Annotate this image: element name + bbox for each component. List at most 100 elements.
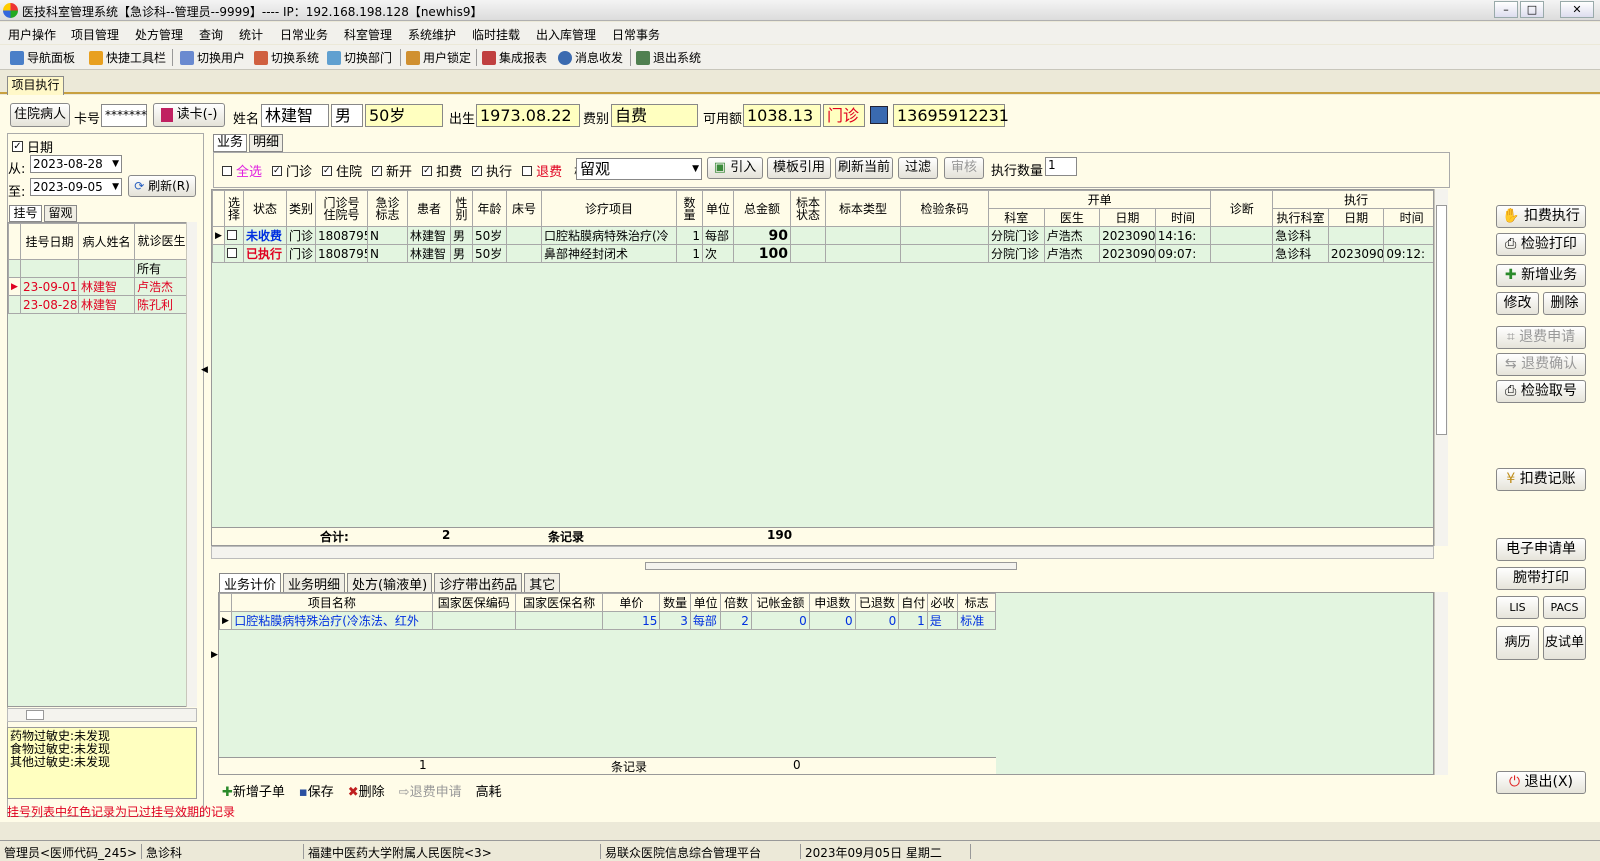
menu-prescription[interactable]: 处方管理 (135, 26, 183, 43)
charge-account-button[interactable]: ¥ 扣费记账 (1496, 468, 1586, 491)
add-sub-order-button[interactable]: ✚新增子单 (222, 781, 285, 800)
tab-observe[interactable]: 留观 (44, 205, 77, 222)
minimize-button[interactable]: – (1494, 1, 1518, 18)
wristband-print-button[interactable]: 腕带打印 (1496, 567, 1586, 590)
collapse-bottom-icon[interactable]: ▶ (211, 650, 218, 660)
table-row[interactable]: 已执行 门诊 1808795 N 林建智男 50岁 鼻部神经封闭术 1 次 100 分院门诊 卢浩杰 2… (212, 244, 1433, 263)
doctor-filter[interactable]: 所有 (134, 259, 189, 278)
pricing-grid: 项目名称 国家医保编码 国家医保名称 单价 数量 单位 倍数 记帐金额 申退数 … (218, 592, 1434, 775)
tab-register[interactable]: 挂号 (9, 205, 42, 222)
scroll-thumb[interactable] (26, 710, 44, 720)
add-business-button[interactable]: ✚ 新增业务 (1496, 264, 1586, 287)
menu-dept[interactable]: 科室管理 (344, 26, 392, 43)
menu-user[interactable]: 用户操作 (8, 26, 56, 43)
menu-system[interactable]: 系统维护 (408, 26, 456, 43)
checkbox-icon[interactable]: ✓ (422, 165, 433, 176)
lis-button[interactable]: LIS (1496, 596, 1539, 619)
collapse-left-icon[interactable]: ◀ (201, 365, 209, 383)
menu-query[interactable]: 查询 (199, 26, 223, 43)
report-button[interactable]: 集成报表 (482, 49, 547, 66)
pricing-vscrollbar[interactable] (1434, 592, 1448, 775)
add-icon: ✚ (222, 785, 233, 800)
user-lock-button[interactable]: 用户锁定 (406, 49, 471, 66)
menu-stats[interactable]: 统计 (239, 26, 263, 43)
tab-pricing[interactable]: 业务计价 (219, 573, 282, 594)
checkbox-icon[interactable] (222, 165, 232, 176)
left-hscrollbar[interactable] (7, 708, 197, 722)
grid-vscrollbar[interactable] (1434, 189, 1448, 546)
avail-label: 可用额 (703, 112, 743, 127)
checkbox-icon[interactable]: ✓ (472, 165, 483, 176)
message-button[interactable]: 消息收发 (558, 49, 623, 66)
switch-dept-button[interactable]: 切换部门 (327, 49, 392, 66)
tab-detail[interactable]: 明细 (249, 134, 283, 152)
checkbox-icon[interactable]: ✓ (322, 165, 333, 176)
menu-affairs[interactable]: 日常事务 (612, 26, 660, 43)
high-cost-button[interactable]: 高耗 (476, 781, 502, 800)
exit-button[interactable]: ⏻ 退出(X) (1496, 771, 1586, 794)
save-icon: ▪ (298, 785, 308, 800)
pacs-button[interactable]: PACS (1543, 596, 1586, 619)
checkbox-icon[interactable]: ✓ (272, 165, 283, 176)
menu-stock[interactable]: 出入库管理 (536, 26, 596, 43)
left-scrollbar[interactable] (186, 222, 197, 707)
filter-button[interactable]: 过滤 (898, 157, 938, 179)
menu-project[interactable]: 项目管理 (71, 26, 119, 43)
grid-hscrollbar[interactable] (211, 546, 1434, 559)
patient-type-button[interactable]: 住院病人 (10, 103, 70, 127)
maximize-button[interactable]: □ (1520, 1, 1544, 18)
tab-biz-detail[interactable]: 业务明细 (283, 573, 346, 594)
test-number-button[interactable]: ⎙ 检验取号 (1496, 380, 1586, 403)
checkbox-icon[interactable] (522, 165, 533, 176)
import-button[interactable]: ▣ 引入 (707, 157, 763, 179)
checkbox-icon[interactable] (227, 247, 237, 258)
refund-confirm-button[interactable]: ⇆ 退费确认 (1496, 353, 1586, 376)
quick-toolbar-button[interactable]: 快捷工具栏 (89, 49, 166, 66)
from-date-picker[interactable]: 2023-08-28 ▼ (30, 155, 122, 173)
expired-note: 挂号列表中红色记录为已过挂号效期的记录 (7, 805, 236, 819)
exec-qty-input[interactable]: 1 (1045, 157, 1077, 176)
refund-request-button[interactable]: ⇨退费申请 (399, 781, 462, 800)
refresh-button[interactable]: ⟳ 刷新(R) (128, 175, 196, 197)
save-button[interactable]: ▪保存 (299, 781, 334, 800)
table-row[interactable]: ▶ 口腔粘膜病特殊治疗(冷冻法、红外 15 3 每部 2 0 0 0 1 是标准 (219, 611, 996, 630)
table-row[interactable]: 23-08-28 林建智 陈孔利 (8, 295, 189, 314)
to-date-picker[interactable]: 2023-09-05 ▼ (30, 178, 122, 196)
table-row[interactable]: ▶ 23-09-01 林建智 卢浩杰 (8, 277, 189, 296)
tab-business[interactable]: 业务 (213, 134, 247, 152)
switch-user-button[interactable]: 切换用户 (180, 49, 245, 66)
edit-button[interactable]: 修改 (1496, 292, 1539, 315)
table-row[interactable]: ▶ 未收费 门诊 1808795 N 林建智男 50岁 口腔粘膜病特殊治疗(冷 1 每部 90 分院… (212, 226, 1433, 245)
tab-other[interactable]: 其它 (524, 573, 561, 594)
menu-daily[interactable]: 日常业务 (280, 26, 328, 43)
right-delete-button[interactable]: 删除 (1543, 292, 1586, 315)
test-print-button[interactable]: ⎙ 检验打印 (1496, 233, 1586, 256)
template-select[interactable]: 留观 ▼ (576, 158, 702, 180)
medical-record-button[interactable]: 病历 (1496, 626, 1539, 660)
e-request-button[interactable]: 电子申请单 (1496, 538, 1586, 561)
splitter-handle[interactable] (645, 562, 1017, 570)
refund-apply-button[interactable]: ⌗ 退费申请 (1496, 326, 1586, 349)
nav-panel-button[interactable]: 导航面板 (10, 49, 75, 66)
switch-system-button[interactable]: 切换系统 (254, 49, 319, 66)
checkbox-icon[interactable]: ✓ (372, 165, 383, 176)
scroll-thumb[interactable] (1436, 205, 1447, 435)
card-input[interactable]: ******* (101, 104, 147, 127)
status-bar: 管理员<医师代码_245> 急诊科 福建中医药大学附属人民医院<3> 易联众医院… (0, 840, 1600, 860)
skin-test-button[interactable]: 皮试单 (1543, 626, 1586, 660)
exit-system-button[interactable]: 退出系统 (636, 49, 701, 66)
tab-prescription[interactable]: 处方(输液单) (347, 573, 433, 594)
menu-temp[interactable]: 临时挂载 (472, 26, 520, 43)
template-ref-button[interactable]: 模板引用 (767, 157, 831, 179)
delete-button[interactable]: ✖删除 (348, 781, 385, 800)
users-icon (180, 50, 194, 65)
read-card-button[interactable]: 读卡(-) (153, 103, 225, 127)
tab-drugs[interactable]: 诊疗带出药品 (434, 573, 523, 594)
date-filter-check[interactable]: ✓ 日期 (12, 137, 53, 156)
charge-execute-button[interactable]: ✋ 扣费执行 (1496, 205, 1586, 228)
close-button[interactable]: ✕ (1560, 1, 1594, 18)
tab-project-execute[interactable]: 项目执行 (7, 76, 64, 95)
checkbox-icon[interactable] (227, 229, 237, 240)
refresh-current-button[interactable]: 刷新当前 (835, 157, 893, 179)
audit-button[interactable]: 审核 (944, 157, 984, 179)
